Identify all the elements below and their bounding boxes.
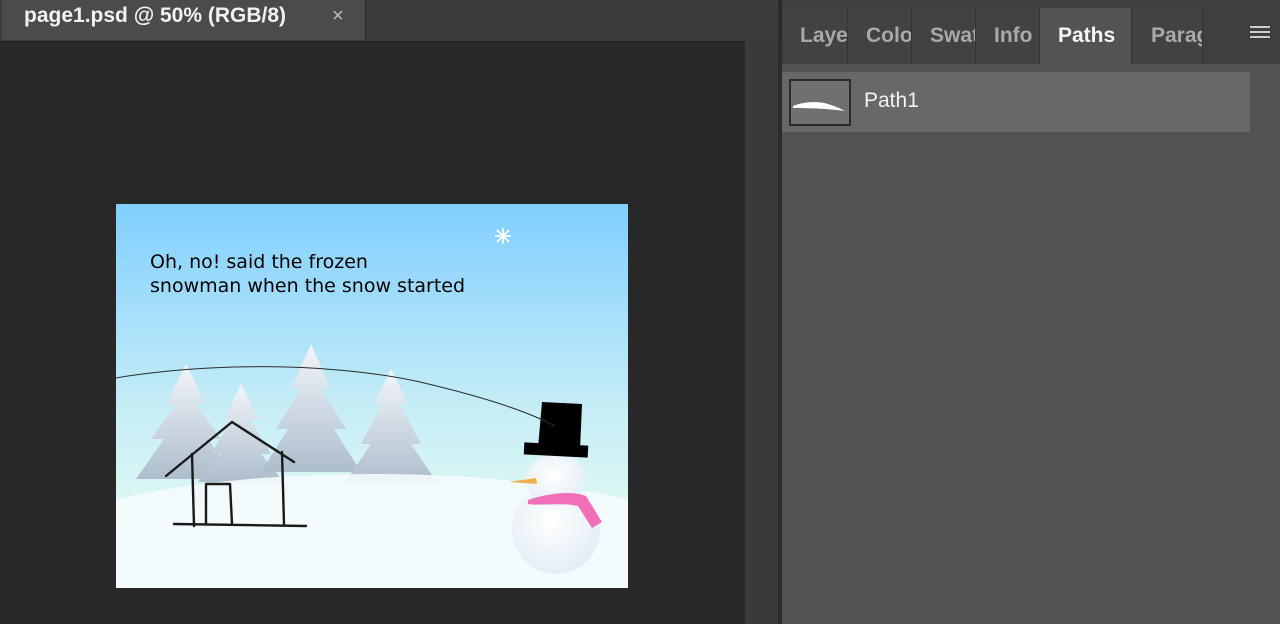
caption-line-1: Oh, no! said the frozen [150,251,368,273]
snowflake [495,228,511,244]
tab-info-label: Info [994,24,1033,47]
document-tabbar: page1.psd @ 50% (RGB/8) × [0,0,778,42]
tab-layers-label: Layers [800,24,848,47]
paths-panel: Layers Color Swatches Info Paths Paragra… [782,0,1280,624]
tab-layers[interactable]: Layers [782,8,848,64]
document-area: page1.psd @ 50% (RGB/8) × Oh, no! said t… [0,0,779,624]
document-tab[interactable]: page1.psd @ 50% (RGB/8) × [2,0,366,40]
path-row[interactable]: Path1 [782,72,1250,132]
path-thumbnail [789,79,851,126]
tab-color[interactable]: Color [848,8,912,64]
tab-info[interactable]: Info [976,8,1040,64]
document-tab-title: page1.psd @ 50% (RGB/8) [24,4,287,27]
canvas[interactable]: Oh, no! said the frozen snowman when the… [42,204,702,614]
tab-paths-label: Paths [1058,24,1116,47]
path-thumbnail-preview [793,102,845,111]
tab-color-label: Color [866,24,912,47]
panel-tabbar: Layers Color Swatches Info Paths Paragra… [782,0,1280,64]
canvas-caption: Oh, no! said the frozen snowman when the… [150,250,550,298]
tab-swatches[interactable]: Swatches [912,8,976,64]
path-name: Path1 [864,89,919,112]
tab-swatches-label: Swatches [930,24,976,47]
tab-paths[interactable]: Paths [1040,8,1132,64]
caption-line-2: snowman when the snow started [150,275,466,297]
vertical-scrollbar[interactable] [744,41,779,624]
close-icon[interactable]: × [332,1,344,32]
hamburger-icon[interactable] [1250,26,1270,40]
tab-paragraph-label: Paragraph [1151,24,1202,47]
tab-paragraph[interactable]: Paragraph [1133,8,1203,64]
